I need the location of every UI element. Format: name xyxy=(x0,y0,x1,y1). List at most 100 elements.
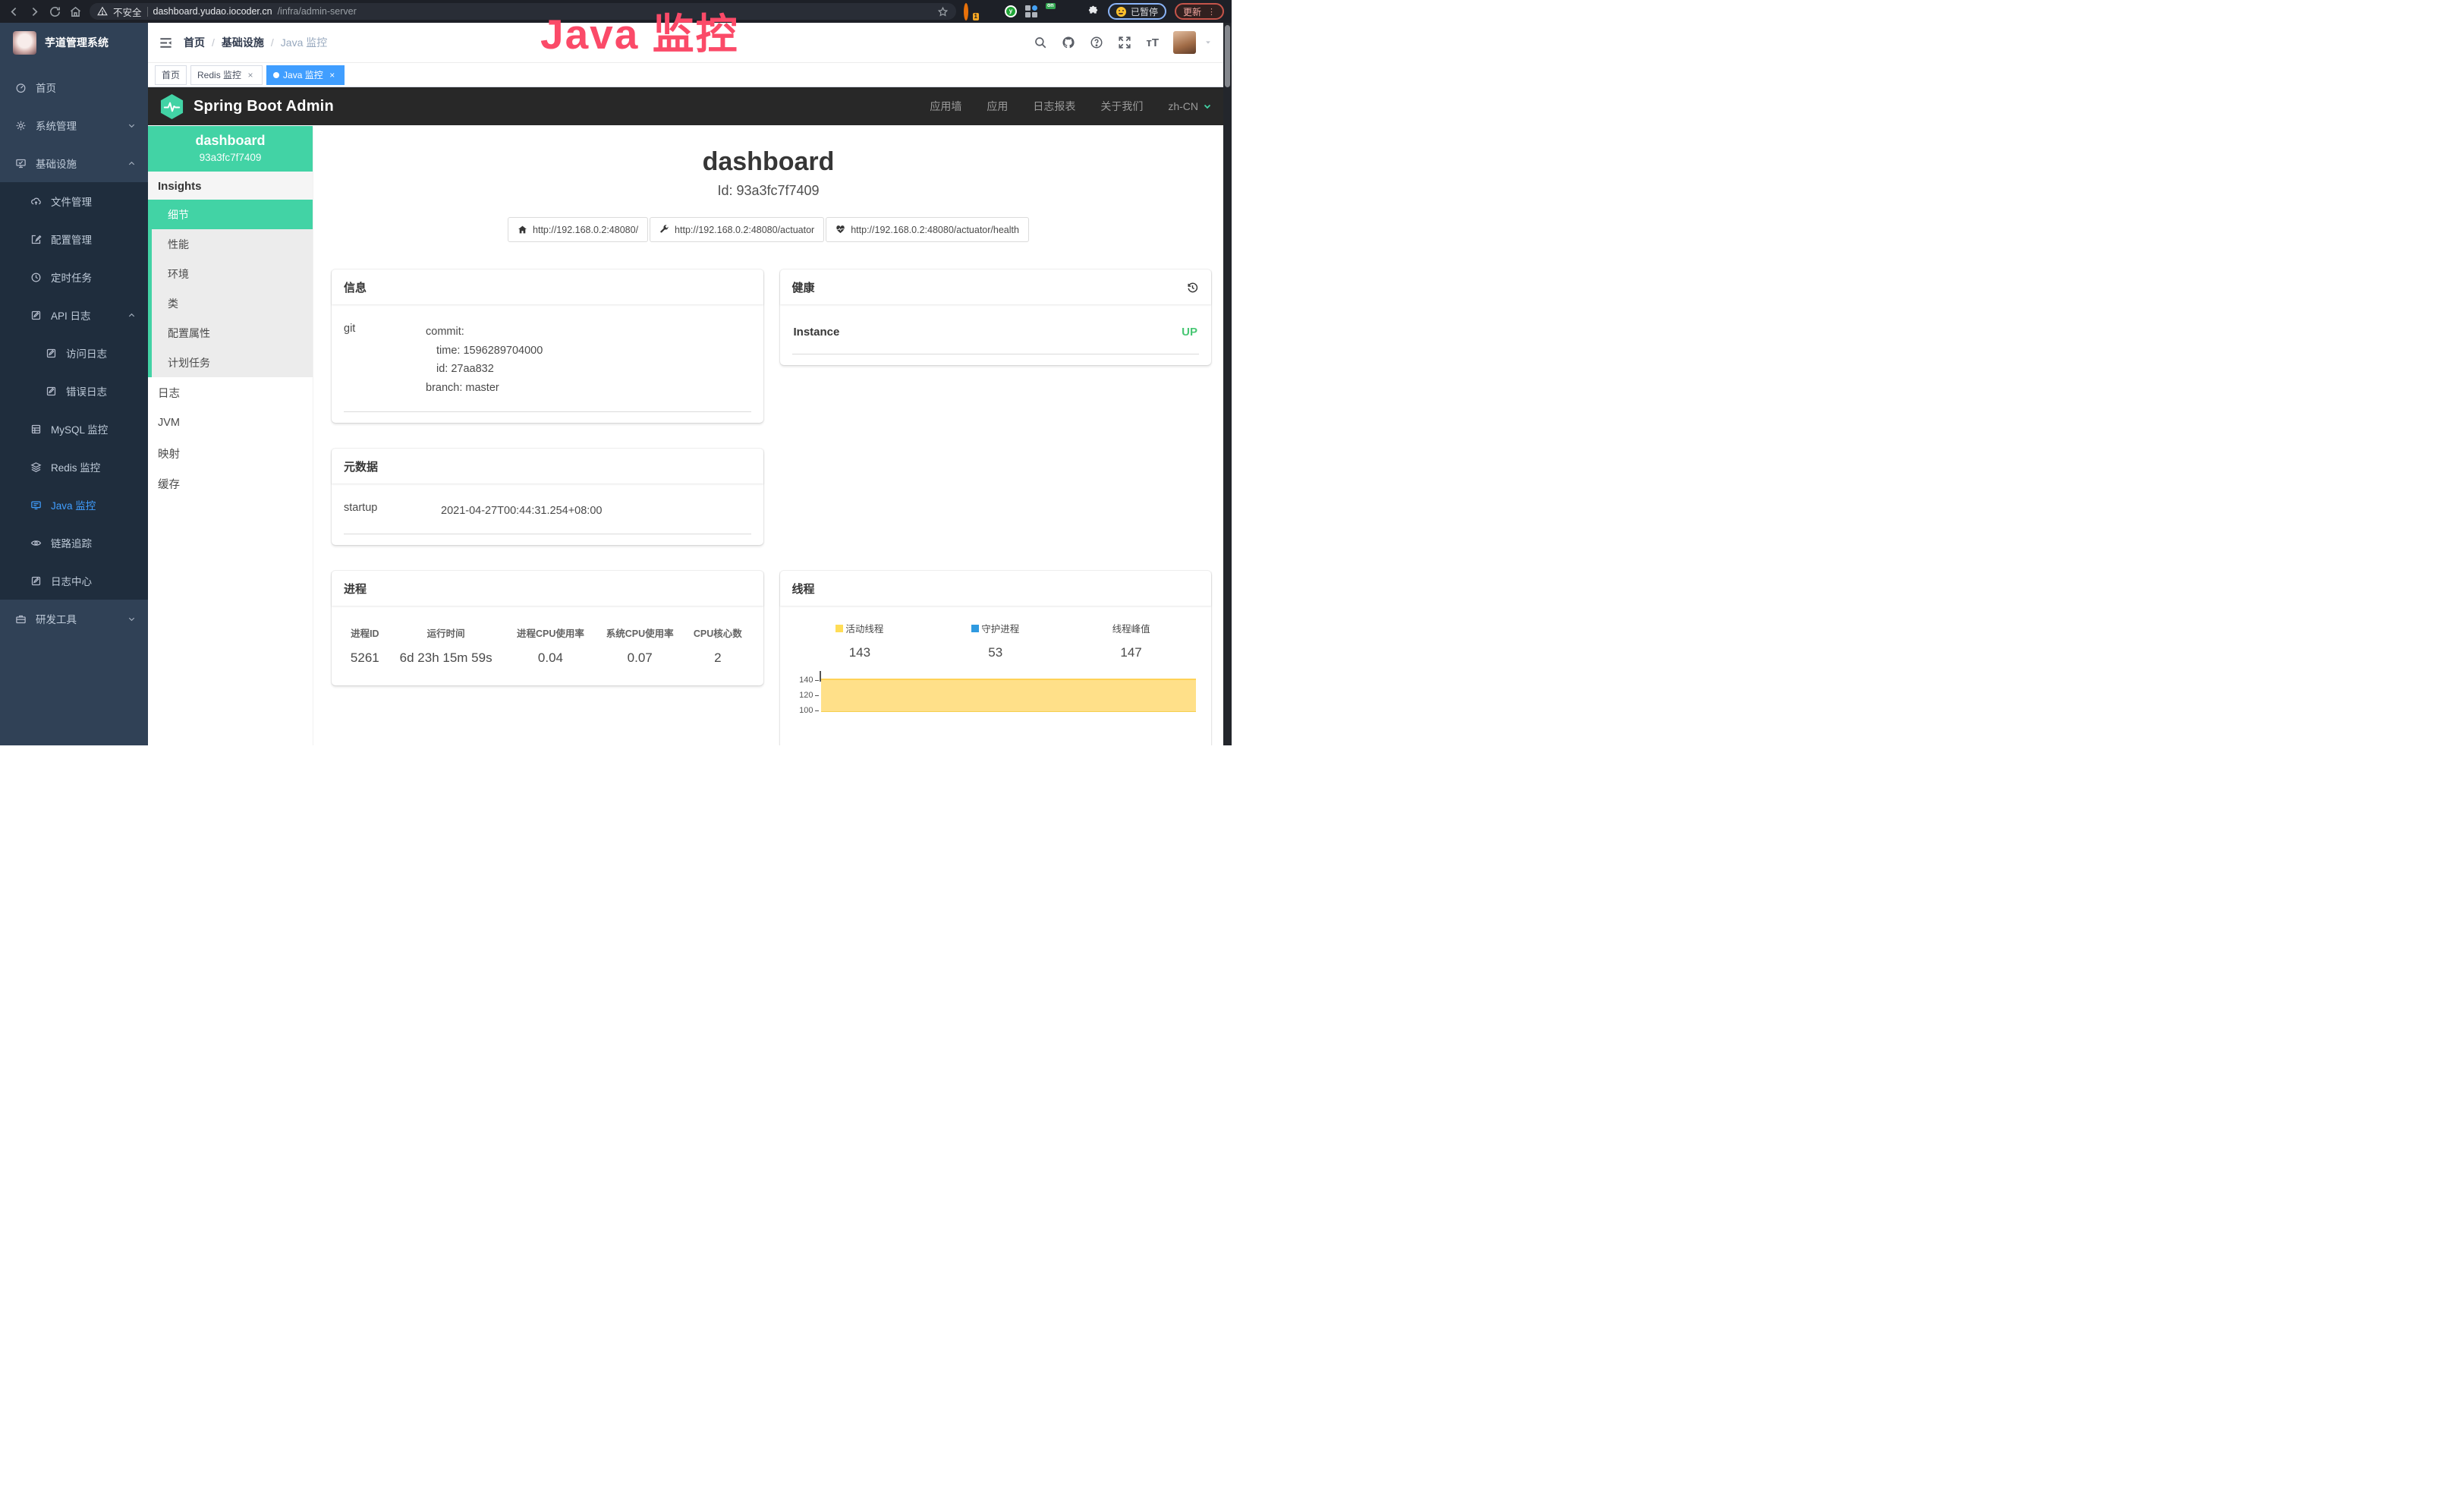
system-cpu: 0.07 xyxy=(595,643,684,675)
scrollbar-thumb[interactable] xyxy=(1225,25,1230,87)
sba-item-classes[interactable]: 类 xyxy=(152,288,313,318)
forward-icon[interactable] xyxy=(28,5,41,18)
extension-grid-icon[interactable] xyxy=(1025,5,1037,17)
sidebar-item-dev-tools[interactable]: 研发工具 xyxy=(0,600,148,638)
close-icon[interactable]: × xyxy=(245,70,256,80)
sba-locale-selector[interactable]: zh-CN xyxy=(1168,100,1212,112)
home-icon[interactable] xyxy=(69,5,82,18)
breadcrumb-infrastructure[interactable]: 基础设施 xyxy=(222,35,264,50)
puzzle-extensions-icon[interactable] xyxy=(1087,5,1100,18)
edit-square-icon xyxy=(30,234,42,245)
sba-item-environment[interactable]: 环境 xyxy=(152,259,313,288)
help-icon[interactable] xyxy=(1090,36,1103,49)
main-area: 首页 / 基础设施 / Java 监控 ᴛT 首页 Redis 监控× Java… xyxy=(148,23,1232,745)
sidebar-item-system-mgmt[interactable]: 系统管理 xyxy=(0,106,148,144)
breadcrumb-home[interactable]: 首页 xyxy=(184,35,205,50)
page-scrollbar[interactable] xyxy=(1223,23,1232,745)
card-threads-header: 线程 xyxy=(780,571,1212,606)
back-icon[interactable] xyxy=(8,5,20,18)
user-avatar[interactable] xyxy=(1173,31,1196,54)
metadata-startup-row: startup 2021-04-27T00:44:31.254+08:00 xyxy=(344,493,751,535)
app-logo xyxy=(13,31,36,55)
sidebar-item-api-logs[interactable]: API 日志 xyxy=(0,296,148,334)
hamburger-icon[interactable] xyxy=(159,36,173,50)
chevron-down-icon xyxy=(127,121,136,130)
sba-item-details[interactable]: 细节 xyxy=(152,200,313,229)
sba-item-jvm[interactable]: JVM xyxy=(148,408,313,438)
sba-nav-applications[interactable]: 应用 xyxy=(987,99,1008,114)
active-threads-area xyxy=(821,679,1197,712)
sba-nav-wallboard[interactable]: 应用墙 xyxy=(930,99,961,114)
sidebar-item-mysql-monitor[interactable]: MySQL 监控 xyxy=(0,410,148,448)
sba-instance-header[interactable]: dashboard 93a3fc7f7409 xyxy=(148,126,313,172)
profile-paused-chip[interactable]: 已暂停 xyxy=(1108,3,1166,20)
sidebar-item-access-logs[interactable]: 访问日志 xyxy=(0,334,148,372)
sba-item-logs[interactable]: 日志 xyxy=(148,377,313,408)
extension-y-icon[interactable]: y xyxy=(1005,5,1017,17)
card-info-header: 信息 xyxy=(332,269,763,304)
card-threads: 线程 活动线程 143 守护进程 53 线程峰值 xyxy=(780,571,1212,745)
sidebar-item-redis-monitor[interactable]: Redis 监控 xyxy=(0,448,148,486)
sidebar-item-error-logs[interactable]: 错误日志 xyxy=(0,372,148,410)
extension-update-icon[interactable]: 1 xyxy=(964,5,976,17)
bookmark-star-icon[interactable] xyxy=(937,6,949,17)
log-edit-icon xyxy=(46,386,57,397)
cards-grid: 信息 git commit: time: 1596289704000 id: 2… xyxy=(313,242,1223,745)
reload-icon[interactable] xyxy=(49,5,61,18)
tab-home[interactable]: 首页 xyxy=(155,65,187,85)
health-instance-row[interactable]: Instance UP xyxy=(792,313,1200,354)
chevron-down-icon xyxy=(1203,102,1212,111)
font-size-icon[interactable]: ᴛT xyxy=(1146,36,1159,49)
layers-icon xyxy=(30,461,42,473)
extensions-cluster: 1 y on 已暂停 更新⋮ xyxy=(964,3,1224,20)
extension-pin-icon[interactable] xyxy=(984,5,996,17)
instance-id-label: Id: 93a3fc7f7409 xyxy=(313,183,1223,199)
sidebar-item-file-mgmt[interactable]: 文件管理 xyxy=(0,182,148,220)
instance-id: 93a3fc7f7409 xyxy=(153,152,308,163)
close-icon[interactable]: × xyxy=(327,70,338,80)
instance-name: dashboard xyxy=(153,133,308,149)
security-label: 不安全 xyxy=(113,5,142,19)
heartbeat-icon xyxy=(835,225,845,235)
sba-item-metrics[interactable]: 性能 xyxy=(152,229,313,259)
sba-sidebar: dashboard 93a3fc7f7409 Insights 细节 性能 环境… xyxy=(148,126,313,745)
daemon-threads-swatch xyxy=(971,625,979,632)
sidebar-item-config-mgmt[interactable]: 配置管理 xyxy=(0,220,148,258)
sidebar-item-tracing[interactable]: 链路追踪 xyxy=(0,524,148,562)
health-url-button[interactable]: http://192.168.0.2:48080/actuator/health xyxy=(826,217,1029,242)
header-actions: ᴛT xyxy=(1034,31,1221,54)
sidebar-item-home[interactable]: 首页 xyxy=(0,68,148,106)
tab-redis-monitor[interactable]: Redis 监控× xyxy=(190,65,263,85)
chevron-up-icon xyxy=(127,311,136,320)
toolbox-icon xyxy=(15,613,27,625)
search-icon[interactable] xyxy=(1034,36,1047,49)
extension-leaf-icon[interactable] xyxy=(1066,5,1078,17)
infra-monitor-icon xyxy=(15,158,27,169)
github-icon[interactable] xyxy=(1062,36,1075,49)
avatar-caret-icon[interactable] xyxy=(1204,39,1212,46)
sba-item-config-props[interactable]: 配置属性 xyxy=(152,318,313,348)
sba-item-mappings[interactable]: 映射 xyxy=(148,438,313,468)
chevron-down-icon xyxy=(127,615,136,623)
sidebar-item-java-monitor[interactable]: Java 监控 xyxy=(0,486,148,524)
instance-title-block: dashboard Id: 93a3fc7f7409 xyxy=(313,147,1223,199)
sidebar-item-scheduled-jobs[interactable]: 定时任务 xyxy=(0,258,148,296)
sba-nav-about[interactable]: 关于我们 xyxy=(1100,99,1143,114)
thread-stats: 活动线程 143 守护进程 53 线程峰值 147 xyxy=(792,621,1200,660)
history-icon[interactable] xyxy=(1186,281,1199,294)
extension-switch-icon[interactable]: on xyxy=(1046,5,1058,17)
sba-item-scheduled-tasks[interactable]: 计划任务 xyxy=(152,348,313,377)
tab-java-monitor[interactable]: Java 监控× xyxy=(266,65,345,85)
address-bar[interactable]: 不安全 dashboard.yudao.iocoder.cn/infra/adm… xyxy=(90,3,956,20)
sidebar-item-infrastructure[interactable]: 基础设施 xyxy=(0,144,148,182)
sba-nav-journal[interactable]: 日志报表 xyxy=(1033,99,1075,114)
actuator-url-button[interactable]: http://192.168.0.2:48080/actuator xyxy=(650,217,824,242)
sidebar-item-log-center[interactable]: 日志中心 xyxy=(0,562,148,600)
sba-item-caches[interactable]: 缓存 xyxy=(148,468,313,499)
fullscreen-icon[interactable] xyxy=(1118,36,1131,49)
service-url-button[interactable]: http://192.168.0.2:48080/ xyxy=(508,217,648,242)
chrome-update-button[interactable]: 更新⋮ xyxy=(1175,3,1224,20)
card-metadata: 元数据 startup 2021-04-27T00:44:31.254+08:0… xyxy=(332,449,763,546)
process-pid: 5261 xyxy=(344,643,386,675)
chevron-up-icon xyxy=(127,159,136,168)
